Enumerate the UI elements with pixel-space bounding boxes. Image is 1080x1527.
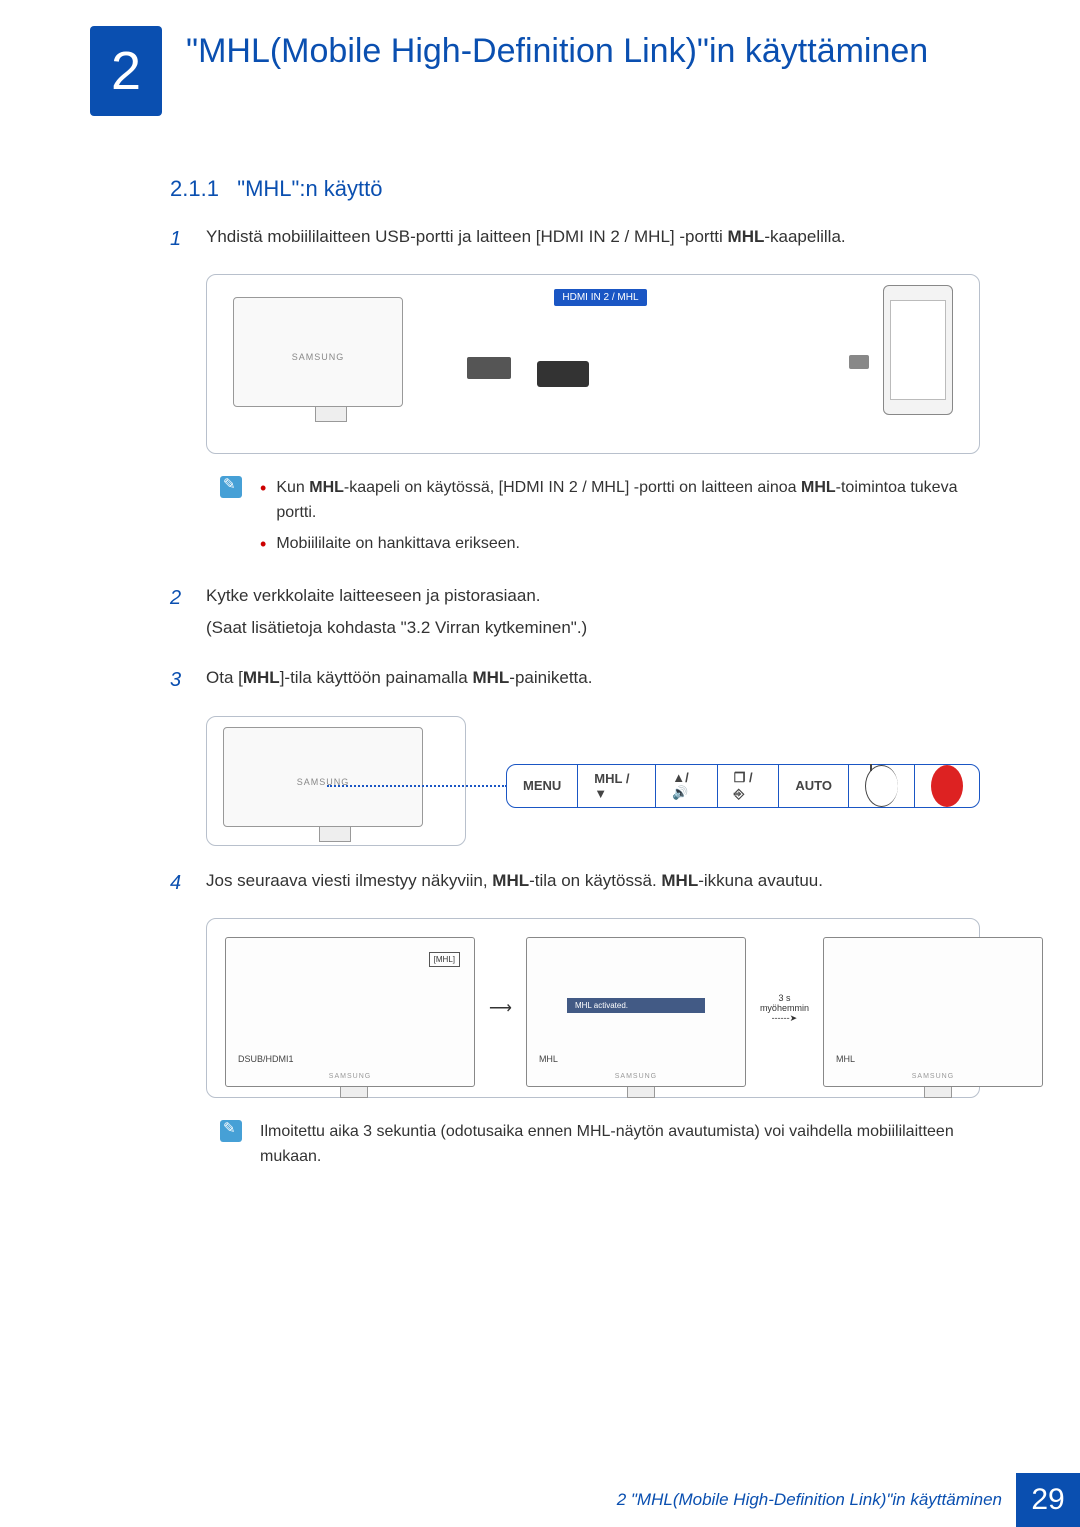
indicator-led [915, 765, 979, 807]
source-enter-button[interactable]: ❐ / ⎆ [718, 765, 780, 807]
brand-label: SAMSUNG [234, 352, 402, 362]
text: -painiketta. [509, 668, 592, 687]
illustration-cable-connection: SAMSUNG HDMI IN 2 / MHL [206, 274, 980, 454]
menu-button[interactable]: MENU [507, 765, 578, 807]
bold: MHL [472, 668, 509, 687]
monitor-drawing: SAMSUNG [233, 297, 403, 407]
chapter-title: "MHL(Mobile High-Definition Link)"in käy… [186, 20, 928, 73]
brand-label: SAMSUNG [824, 1073, 1042, 1080]
note-block-1: • Kun MHL-kaapeli on käytössä, [HDMI IN … [220, 476, 980, 562]
text: -tila on käytössä. [529, 871, 661, 890]
auto-button[interactable]: AUTO [779, 765, 849, 807]
step-number: 4 [170, 868, 186, 900]
up-volume-button[interactable]: ▲/🔊 [656, 765, 717, 807]
step-text: Kytke verkkolaite laitteeseen ja pistora… [206, 583, 980, 648]
text: -kaapeli on käytössä, [HDMI IN 2 / MHL] … [344, 479, 801, 496]
section-number: 2.1.1 [170, 176, 219, 201]
text: -ikkuna avautuu. [698, 871, 823, 890]
text: Kytke verkkolaite laitteeseen ja pistora… [206, 583, 980, 609]
led-icon [931, 765, 963, 807]
step-number: 1 [170, 224, 186, 256]
step-text: Yhdistä mobiililaitteen USB-portti ja la… [206, 224, 980, 256]
dotted-line [327, 785, 507, 787]
cable-drawing [417, 353, 869, 405]
chapter-number-badge: 2 [90, 26, 162, 116]
bullet-icon: • [260, 535, 266, 557]
note-text: Ilmoitettu aika 3 sekuntia (odotusaika e… [260, 1120, 980, 1170]
screen-state-3: MHL SAMSUNG [823, 937, 1043, 1087]
bold: MHL [492, 871, 529, 890]
note-block-2: Ilmoitettu aika 3 sekuntia (odotusaika e… [220, 1120, 980, 1170]
text: Mobiililaite on hankittava erikseen. [276, 532, 520, 557]
step-1: 1 Yhdistä mobiililaitteen USB-portti ja … [170, 224, 980, 256]
brand-label: SAMSUNG [226, 1073, 474, 1080]
step-text: Jos seuraava viesti ilmestyy näkyviin, M… [206, 868, 980, 900]
text: Ota [ [206, 668, 243, 687]
power-button[interactable] [849, 765, 915, 807]
brand-label: SAMSUNG [527, 1073, 745, 1080]
step-number: 3 [170, 665, 186, 697]
step-text: Ota [MHL]-tila käyttöön painamalla MHL-p… [206, 665, 980, 697]
page-footer: 2 "MHL(Mobile High-Definition Link)"in k… [0, 1473, 1080, 1527]
mhl-down-button[interactable]: MHL / ▼ [578, 765, 656, 807]
bold: MHL [661, 871, 698, 890]
bold: MHL [309, 479, 344, 496]
source-label: MHL [539, 1054, 558, 1064]
footer-chapter-ref: 2 "MHL(Mobile High-Definition Link)"in k… [617, 1473, 1016, 1527]
section-title: "MHL":n käyttö [237, 176, 382, 201]
transition-label: 3 s myöhemmin ------➤ [760, 993, 809, 1024]
step-2: 2 Kytke verkkolaite laitteeseen ja pisto… [170, 583, 980, 648]
illustration-osd-buttons: SAMSUNG MENU MHL / ▼ ▲/🔊 ❐ / ⎆ AUTO [206, 716, 980, 846]
arrow-icon: ------➤ [760, 1013, 809, 1024]
monitor-drawing: SAMSUNG [223, 727, 423, 827]
text: Kun [276, 479, 309, 496]
source-label: MHL [836, 1054, 855, 1064]
text: (Saat lisätietoja kohdasta "3.2 Virran k… [206, 615, 980, 641]
text: -kaapelilla. [764, 227, 845, 246]
note-icon [220, 476, 242, 498]
adapter-icon [537, 361, 589, 387]
micro-plug-icon [849, 355, 869, 369]
text: ]-tila käyttöön painamalla [280, 668, 473, 687]
monitor-box: SAMSUNG [206, 716, 466, 846]
port-label: HDMI IN 2 / MHL [554, 289, 646, 306]
list-item: • Mobiililaite on hankittava erikseen. [260, 532, 980, 557]
text: 3 s myöhemmin [760, 993, 809, 1013]
osd-button-panel: MENU MHL / ▼ ▲/🔊 ❐ / ⎆ AUTO [506, 764, 980, 808]
chapter-header: 2 "MHL(Mobile High-Definition Link)"in k… [0, 0, 1080, 116]
source-label: DSUB/HDMI1 [238, 1054, 294, 1064]
screen-state-2: MHL activated. MHL SAMSUNG [526, 937, 746, 1087]
step-number: 2 [170, 583, 186, 648]
screen-state-1: [MHL] DSUB/HDMI1 SAMSUNG [225, 937, 475, 1087]
bold: MHL [728, 227, 765, 246]
plug-icon [467, 357, 511, 379]
activation-message: MHL activated. [567, 998, 705, 1013]
list-item: • Kun MHL-kaapeli on käytössä, [HDMI IN … [260, 476, 980, 526]
arrow-icon: ⟶ [489, 998, 512, 1018]
step-4: 4 Jos seuraava viesti ilmestyy näkyviin,… [170, 868, 980, 900]
step-3: 3 Ota [MHL]-tila käyttöön painamalla MHL… [170, 665, 980, 697]
osd-box: [MHL] [429, 952, 460, 967]
section-heading: 2.1.1 "MHL":n käyttö [170, 176, 980, 202]
text: Jos seuraava viesti ilmestyy näkyviin, [206, 871, 492, 890]
bold: MHL [243, 668, 280, 687]
phone-drawing [883, 285, 953, 415]
bold: MHL [801, 479, 836, 496]
note-list: • Kun MHL-kaapeli on käytössä, [HDMI IN … [260, 476, 980, 562]
section-body: 2.1.1 "MHL":n käyttö 1 Yhdistä mobiilila… [0, 116, 1080, 1170]
illustration-mhl-screens: [MHL] DSUB/HDMI1 SAMSUNG ⟶ MHL activated… [206, 918, 980, 1098]
bullet-icon: • [260, 479, 266, 526]
note-icon [220, 1120, 242, 1142]
power-icon [865, 765, 898, 807]
text: Yhdistä mobiililaitteen USB-portti ja la… [206, 227, 728, 246]
page-number: 29 [1016, 1473, 1080, 1527]
